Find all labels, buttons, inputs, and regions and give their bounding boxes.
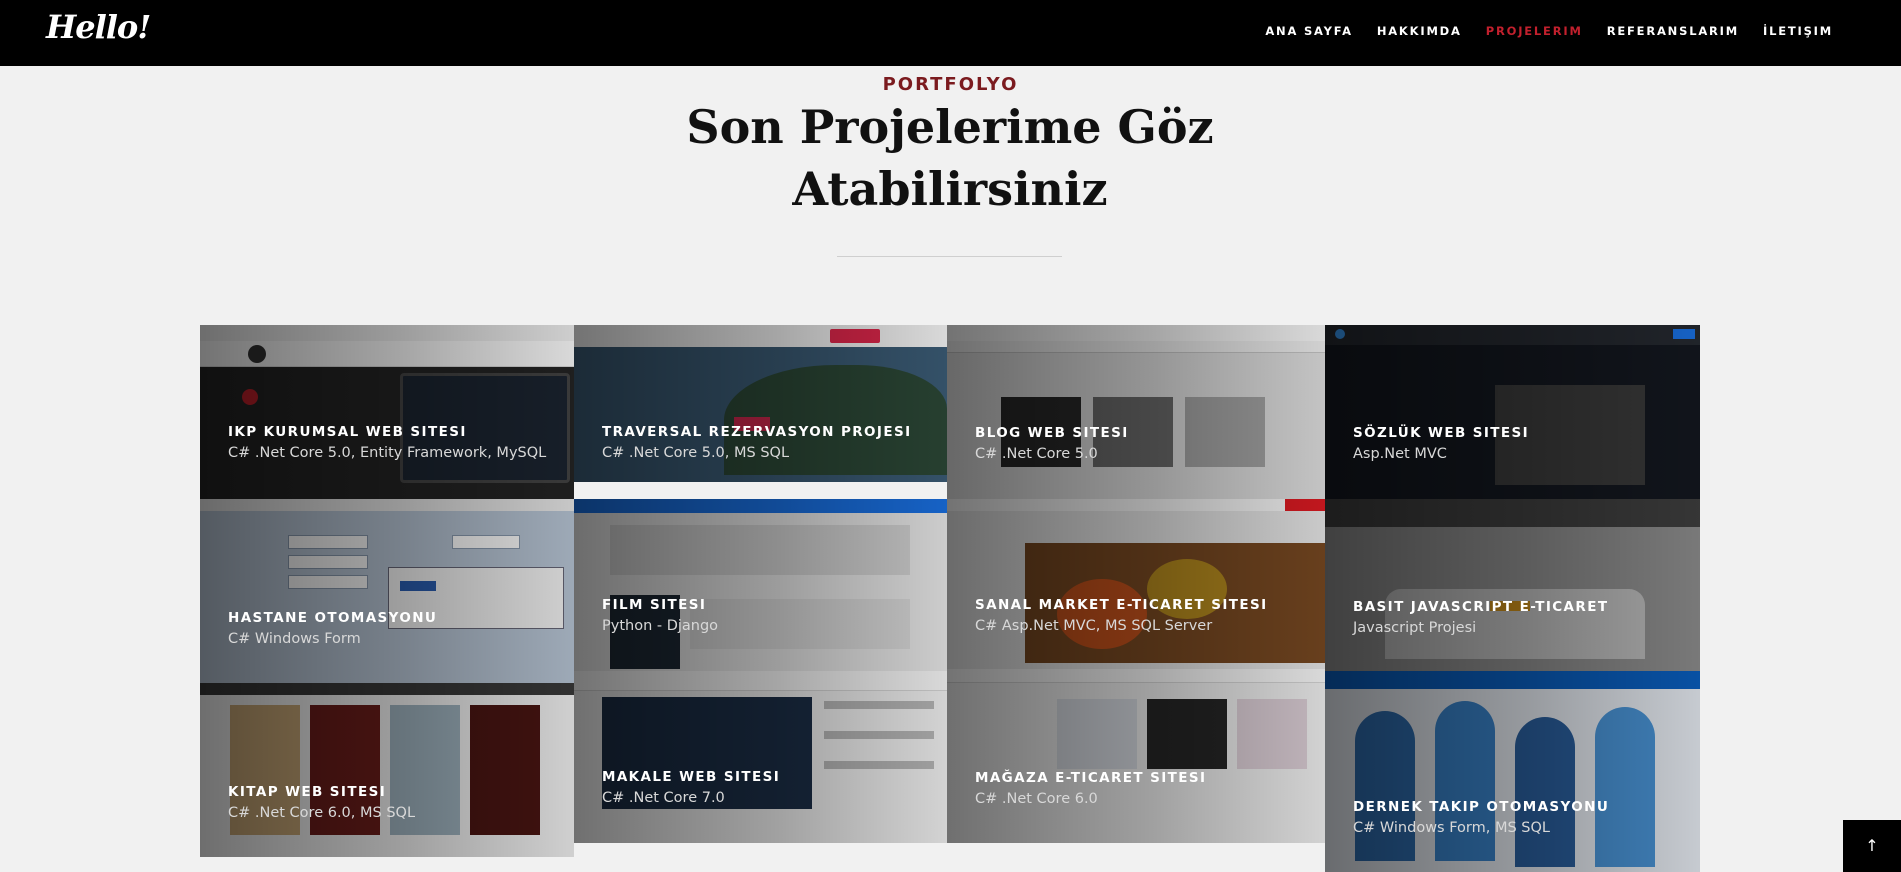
project-tech: C# Windows Form, MS SQL [1353, 820, 1550, 836]
project-tech: C# .Net Core 5.0, Entity Framework, MySQ… [228, 445, 547, 461]
section-eyebrow: PORTFOLYO [882, 74, 1019, 95]
project-tech: C# .Net Core 7.0 [602, 790, 725, 806]
project-card-traversal[interactable]: TRAVERSAL REZERVASYON PROJESI C# .Net Co… [574, 325, 947, 482]
project-card-dernek[interactable]: DERNEK TAKIP OTOMASYONU C# Windows Form,… [1325, 671, 1700, 872]
project-card-ikp[interactable]: IKP KURUMSAL WEB SITESI C# .Net Core 5.0… [200, 325, 574, 499]
project-card-sozluk[interactable]: SÖZLÜK WEB SITESI Asp.Net MVC [1325, 325, 1700, 499]
project-card-javascript-eticaret[interactable]: BASIT JAVASCRIPT E-TICARET Javascript Pr… [1325, 499, 1700, 671]
section-title: Son Projelerime Göz Atabilirsiniz [650, 96, 1250, 220]
project-title: BASIT JAVASCRIPT E-TICARET [1353, 599, 1609, 615]
project-tech: C# .Net Core 6.0, MS SQL [228, 805, 416, 821]
project-card-magaza[interactable]: MAĞAZA E-TICARET SITESI C# .Net Core 6.0 [947, 669, 1325, 843]
section-divider [837, 256, 1062, 257]
nav-link-contact[interactable]: İLETIŞIM [1763, 24, 1833, 38]
project-title: BLOG WEB SITESI [975, 425, 1129, 441]
project-tech: Asp.Net MVC [1353, 446, 1447, 462]
project-tech: C# Windows Form [228, 631, 361, 647]
main-nav: ANA SAYFA HAKKIMDA PROJELERIM REFERANSLA… [1265, 24, 1833, 38]
project-tech: C# .Net Core 5.0, MS SQL [602, 445, 790, 461]
nav-link-projects[interactable]: PROJELERIM [1486, 24, 1583, 38]
project-tech: Python - Django [602, 618, 719, 634]
project-title: DERNEK TAKIP OTOMASYONU [1353, 799, 1610, 815]
project-title: KITAP WEB SITESI [228, 784, 387, 800]
project-tech: C# .Net Core 6.0 [975, 791, 1098, 807]
project-title: FILM SITESI [602, 597, 707, 613]
project-card-blog[interactable]: BLOG WEB SITESI C# .Net Core 5.0 [947, 325, 1325, 499]
project-card-film[interactable]: FILM SITESI Python - Django [574, 499, 947, 671]
project-title: SÖZLÜK WEB SITESI [1353, 425, 1530, 441]
nav-link-about[interactable]: HAKKIMDA [1377, 24, 1462, 38]
arrow-up-icon: ↑ [1865, 836, 1879, 855]
nav-link-home[interactable]: ANA SAYFA [1265, 24, 1352, 38]
project-tech: Javascript Projesi [1353, 620, 1477, 636]
project-card-sanal-market[interactable]: SANAL MARKET E-TICARET SITESI C# Asp.Net… [947, 499, 1325, 669]
nav-link-references[interactable]: REFERANSLARIM [1607, 24, 1739, 38]
project-title: SANAL MARKET E-TICARET SITESI [975, 597, 1268, 613]
section-title-line-2: Atabilirsiniz [792, 162, 1108, 216]
project-card-kitap[interactable]: KITAP WEB SITESI C# .Net Core 6.0, MS SQ… [200, 695, 574, 857]
project-title: HASTANE OTOMASYONU [228, 610, 438, 626]
project-title: MAĞAZA E-TICARET SITESI [975, 770, 1207, 786]
project-tech: C# .Net Core 5.0 [975, 446, 1098, 462]
project-card-hastane[interactable]: HASTANE OTOMASYONU C# Windows Form [200, 499, 574, 695]
scroll-to-top-button[interactable]: ↑ [1843, 820, 1901, 872]
logo[interactable]: Hello! [46, 8, 151, 46]
top-navbar: Hello! ANA SAYFA HAKKIMDA PROJELERIM REF… [0, 0, 1901, 66]
project-title: IKP KURUMSAL WEB SITESI [228, 424, 467, 440]
project-tech: C# Asp.Net MVC, MS SQL Server [975, 618, 1213, 634]
project-title: TRAVERSAL REZERVASYON PROJESI [602, 424, 912, 440]
project-card-makale[interactable]: MAKALE WEB SITESI C# .Net Core 7.0 [574, 671, 947, 843]
section-title-line-1: Son Projelerime Göz [686, 100, 1214, 154]
project-title: MAKALE WEB SITESI [602, 769, 781, 785]
